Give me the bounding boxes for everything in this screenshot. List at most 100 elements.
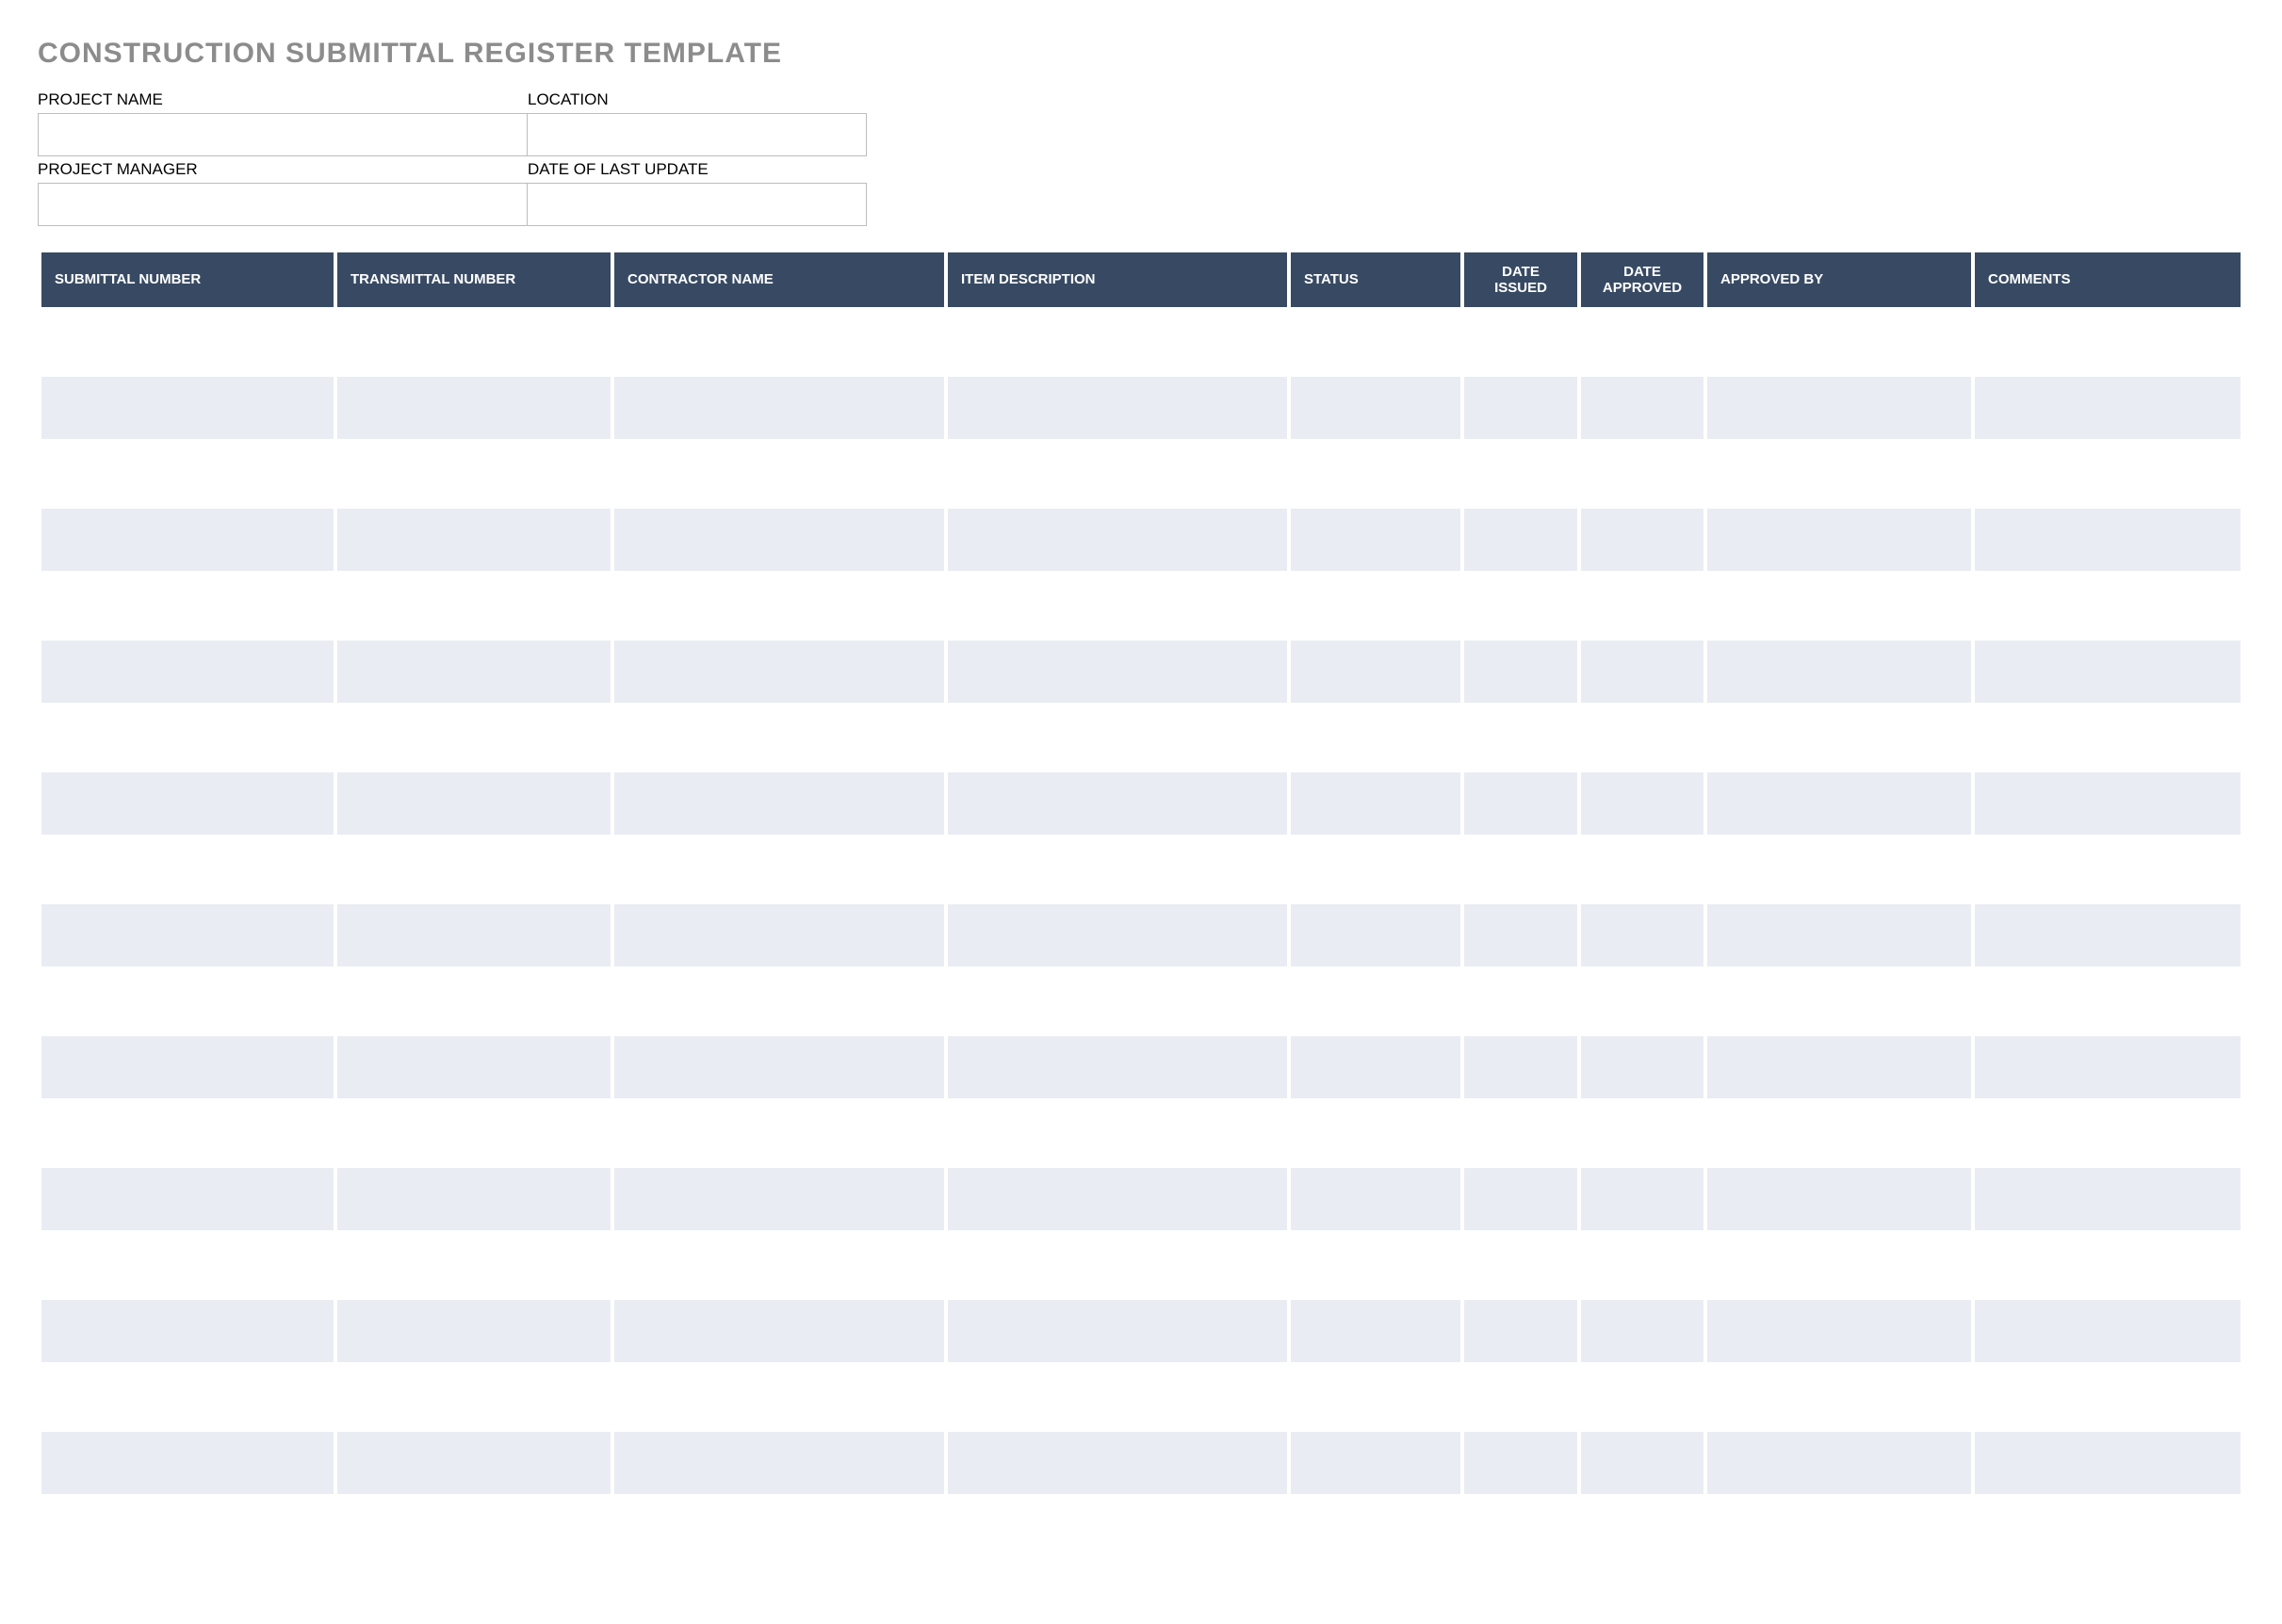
cell-date-approved[interactable] [1581,311,1703,373]
cell-comments[interactable] [1975,443,2241,505]
cell-submittal-number[interactable] [41,443,334,505]
cell-item-description[interactable] [948,1366,1287,1428]
project-manager-input[interactable] [38,183,528,226]
cell-date-approved[interactable] [1581,1300,1703,1362]
cell-date-approved[interactable] [1581,443,1703,505]
cell-approved-by[interactable] [1707,1036,1971,1098]
cell-transmittal-number[interactable] [337,641,611,703]
cell-date-issued[interactable] [1464,838,1577,901]
cell-transmittal-number[interactable] [337,1300,611,1362]
cell-submittal-number[interactable] [41,1234,334,1296]
cell-submittal-number[interactable] [41,1102,334,1164]
cell-contractor-name[interactable] [614,509,944,571]
cell-item-description[interactable] [948,706,1287,769]
cell-transmittal-number[interactable] [337,1234,611,1296]
cell-item-description[interactable] [948,311,1287,373]
cell-date-issued[interactable] [1464,1498,1577,1560]
cell-approved-by[interactable] [1707,970,1971,1032]
cell-contractor-name[interactable] [614,377,944,439]
cell-transmittal-number[interactable] [337,443,611,505]
cell-contractor-name[interactable] [614,1102,944,1164]
cell-contractor-name[interactable] [614,772,944,835]
cell-item-description[interactable] [948,1234,1287,1296]
cell-item-description[interactable] [948,1300,1287,1362]
cell-status[interactable] [1291,1498,1460,1560]
cell-transmittal-number[interactable] [337,1036,611,1098]
cell-submittal-number[interactable] [41,772,334,835]
cell-status[interactable] [1291,1102,1460,1164]
cell-status[interactable] [1291,1234,1460,1296]
cell-item-description[interactable] [948,575,1287,637]
project-name-input[interactable] [38,113,528,156]
cell-contractor-name[interactable] [614,575,944,637]
cell-item-description[interactable] [948,970,1287,1032]
cell-approved-by[interactable] [1707,311,1971,373]
cell-status[interactable] [1291,641,1460,703]
cell-submittal-number[interactable] [41,838,334,901]
cell-item-description[interactable] [948,772,1287,835]
cell-transmittal-number[interactable] [337,509,611,571]
cell-status[interactable] [1291,1300,1460,1362]
cell-transmittal-number[interactable] [337,904,611,966]
cell-comments[interactable] [1975,1366,2241,1428]
cell-date-approved[interactable] [1581,1432,1703,1494]
cell-status[interactable] [1291,706,1460,769]
cell-item-description[interactable] [948,1168,1287,1230]
cell-date-issued[interactable] [1464,311,1577,373]
cell-date-issued[interactable] [1464,641,1577,703]
cell-submittal-number[interactable] [41,1366,334,1428]
cell-date-issued[interactable] [1464,904,1577,966]
cell-item-description[interactable] [948,838,1287,901]
cell-comments[interactable] [1975,1234,2241,1296]
cell-transmittal-number[interactable] [337,575,611,637]
cell-submittal-number[interactable] [41,970,334,1032]
cell-comments[interactable] [1975,311,2241,373]
cell-transmittal-number[interactable] [337,1102,611,1164]
cell-date-issued[interactable] [1464,509,1577,571]
cell-submittal-number[interactable] [41,641,334,703]
cell-approved-by[interactable] [1707,641,1971,703]
location-input[interactable] [528,113,867,156]
cell-item-description[interactable] [948,1432,1287,1494]
cell-item-description[interactable] [948,509,1287,571]
cell-approved-by[interactable] [1707,1498,1971,1560]
cell-transmittal-number[interactable] [337,706,611,769]
cell-approved-by[interactable] [1707,838,1971,901]
cell-submittal-number[interactable] [41,904,334,966]
cell-date-approved[interactable] [1581,838,1703,901]
cell-submittal-number[interactable] [41,311,334,373]
cell-date-issued[interactable] [1464,443,1577,505]
cell-status[interactable] [1291,443,1460,505]
cell-date-issued[interactable] [1464,377,1577,439]
cell-comments[interactable] [1975,1300,2241,1362]
cell-contractor-name[interactable] [614,904,944,966]
cell-comments[interactable] [1975,377,2241,439]
cell-submittal-number[interactable] [41,509,334,571]
cell-transmittal-number[interactable] [337,772,611,835]
cell-transmittal-number[interactable] [337,1366,611,1428]
cell-date-approved[interactable] [1581,1168,1703,1230]
cell-approved-by[interactable] [1707,1102,1971,1164]
cell-date-issued[interactable] [1464,1300,1577,1362]
cell-submittal-number[interactable] [41,377,334,439]
cell-transmittal-number[interactable] [337,838,611,901]
cell-status[interactable] [1291,772,1460,835]
cell-approved-by[interactable] [1707,904,1971,966]
cell-comments[interactable] [1975,772,2241,835]
cell-approved-by[interactable] [1707,772,1971,835]
cell-submittal-number[interactable] [41,706,334,769]
cell-transmittal-number[interactable] [337,311,611,373]
cell-date-approved[interactable] [1581,706,1703,769]
cell-transmittal-number[interactable] [337,1498,611,1560]
cell-status[interactable] [1291,1432,1460,1494]
cell-item-description[interactable] [948,377,1287,439]
cell-comments[interactable] [1975,1036,2241,1098]
cell-transmittal-number[interactable] [337,970,611,1032]
cell-date-approved[interactable] [1581,772,1703,835]
cell-status[interactable] [1291,970,1460,1032]
cell-contractor-name[interactable] [614,1168,944,1230]
cell-status[interactable] [1291,311,1460,373]
cell-contractor-name[interactable] [614,970,944,1032]
cell-item-description[interactable] [948,1102,1287,1164]
cell-contractor-name[interactable] [614,1498,944,1560]
